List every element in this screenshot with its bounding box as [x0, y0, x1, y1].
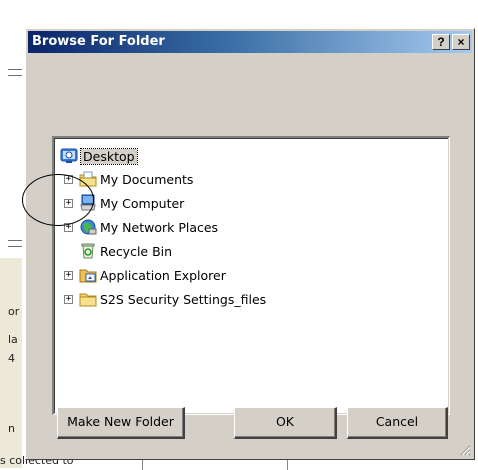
expand-icon[interactable]: +: [64, 294, 73, 304]
background-divider: [8, 240, 22, 241]
background-divider: [8, 75, 22, 76]
close-button[interactable]: ×: [452, 34, 470, 50]
tree-item-label: Recycle Bin: [100, 243, 173, 259]
background-text: or: [8, 305, 20, 318]
application-explorer-icon: [79, 266, 97, 284]
make-new-folder-button[interactable]: Make New Folder: [57, 407, 185, 439]
dialog-title: Browse For Folder: [32, 34, 165, 49]
network-places-icon: [79, 218, 97, 236]
background-text: la: [8, 333, 18, 346]
folder-tree[interactable]: Desktop + My Documents + My Computer + M…: [52, 136, 450, 415]
recycle-bin-icon: [79, 242, 97, 260]
tree-item-label: Application Explorer: [100, 267, 226, 283]
tree-item-label: My Documents: [100, 171, 194, 187]
resize-grip-icon[interactable]: [459, 444, 471, 456]
tree-item-label: My Network Places: [100, 219, 219, 235]
background-text: 4: [8, 352, 15, 365]
tree-item-label: My Computer: [100, 195, 185, 211]
tree-item-label: S2S Security Settings_files: [100, 291, 267, 307]
help-button[interactable]: ?: [432, 34, 450, 50]
tree-item-s2s-security-settings-files[interactable]: + S2S Security Settings_files: [64, 289, 266, 309]
expand-icon[interactable]: +: [64, 270, 73, 280]
tree-item-desktop[interactable]: Desktop: [60, 146, 138, 166]
folder-icon: [79, 290, 97, 308]
desktop-icon: [60, 147, 78, 165]
tree-item-application-explorer[interactable]: + Application Explorer: [64, 265, 226, 285]
background-divider: [8, 69, 22, 70]
tree-item-label: Desktop: [80, 147, 138, 165]
title-bar[interactable]: Browse For Folder ? ×: [28, 31, 472, 53]
background-divider: [8, 246, 22, 247]
cancel-button[interactable]: Cancel: [347, 407, 448, 439]
ok-button[interactable]: OK: [234, 407, 337, 439]
tree-item-my-network-places[interactable]: + My Network Places: [64, 217, 218, 237]
tree-item-recycle-bin[interactable]: Recycle Bin: [79, 241, 172, 261]
background-text: n: [8, 422, 15, 435]
annotation-circle: [22, 174, 94, 226]
browse-for-folder-dialog: Browse For Folder ? × Desktop + My Docum…: [25, 28, 475, 460]
